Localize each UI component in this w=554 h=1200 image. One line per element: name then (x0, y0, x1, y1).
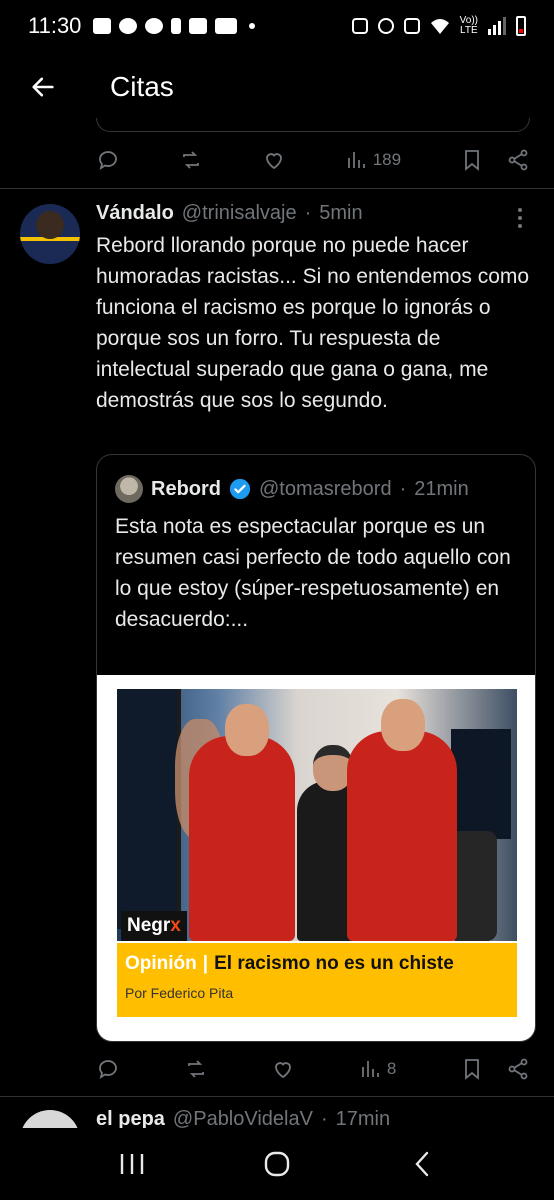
views-button[interactable]: 189 (345, 140, 401, 180)
like-icon (265, 153, 282, 170)
share-button[interactable] (506, 1049, 530, 1089)
next-tweet-header[interactable]: el pepa @PabloVidelaV · 17min (96, 1108, 390, 1128)
retweet-icon (187, 1060, 204, 1078)
network-type: Vo)) LTE (459, 15, 478, 36)
author-name[interactable]: Vándalo (96, 202, 174, 225)
share-button[interactable] (506, 140, 530, 180)
home-icon (264, 1151, 290, 1177)
page-title: Citas (110, 71, 174, 102)
home-button[interactable] (247, 1134, 307, 1194)
reply-icon (99, 151, 117, 170)
header-separator: · (304, 202, 312, 224)
more-notifications-icon (249, 23, 256, 29)
reply-button[interactable] (96, 140, 120, 180)
divider (0, 188, 554, 189)
alert-notification-icon (171, 18, 182, 34)
status-time: 11:30 (28, 13, 82, 38)
recents-button[interactable] (102, 1134, 162, 1194)
bookmark-button[interactable] (460, 1049, 484, 1089)
views-button[interactable]: 8 (359, 1049, 396, 1089)
mute-icon (403, 18, 420, 34)
article-byline: Por Federico Pita (125, 985, 234, 1001)
bookmark-icon (465, 1059, 479, 1080)
quote-header: Rebord @tomasrebord · 21min (115, 475, 469, 503)
article-title: Opinión | El racismo no es un chiste (125, 953, 454, 974)
next-author-handle: @PabloVidelaV (172, 1108, 313, 1128)
chat-notification-icon (119, 18, 138, 34)
avatar[interactable] (20, 204, 80, 264)
app-notification-icon (189, 18, 208, 34)
tweet-header: Vándalo @trinisalvaje · 5min (96, 202, 363, 225)
reply-button[interactable] (96, 1049, 120, 1089)
share-icon (508, 149, 528, 171)
bookmark-button[interactable] (460, 140, 484, 180)
tweet-actions: 8 (96, 1049, 530, 1089)
like-button[interactable] (271, 1049, 295, 1089)
previous-quote-card[interactable] (96, 118, 530, 132)
article-photo (117, 689, 517, 941)
more-options-button[interactable] (510, 206, 530, 230)
tweet-text: Rebord llorando porque no puede hacer hu… (96, 234, 530, 412)
article-headline: El racismo no es un chiste (214, 953, 454, 974)
reply-icon (99, 1060, 117, 1079)
back-arrow-icon (32, 77, 54, 97)
views-icon (361, 1061, 379, 1077)
status-bar: 11:30 Vo)) LTE (0, 0, 554, 52)
more-icon (518, 208, 522, 212)
next-author-name: el pepa (96, 1108, 165, 1128)
battery-icon (516, 16, 526, 36)
share-icon (508, 1058, 528, 1080)
quote-separator: · (399, 477, 407, 500)
retweet-button[interactable] (184, 1049, 208, 1089)
youtube-notification-icon (215, 18, 238, 34)
article-section: Opinión (125, 953, 197, 974)
signal-icon (488, 17, 506, 35)
wifi-icon (430, 19, 449, 34)
tweet-time: 5min (319, 202, 363, 224)
views-icon (347, 152, 365, 168)
views-count: 8 (386, 1059, 397, 1078)
quote-avatar (115, 475, 143, 503)
quote-card[interactable]: Rebord @tomasrebord · 21min Esta nota es… (96, 454, 536, 1042)
retweet-icon (183, 151, 199, 169)
previous-tweet-actions: 189 (96, 140, 530, 180)
system-navigation-bar (0, 1128, 554, 1200)
quote-time: 21min (414, 477, 469, 500)
verified-icon (229, 478, 251, 500)
quote-author-name: Rebord (151, 477, 221, 500)
article-banner: Opinión | El racismo no es un chiste Por… (117, 943, 517, 1017)
alarm-icon (377, 18, 394, 34)
publication-logo: Negr x (121, 911, 187, 941)
bookmark-icon (465, 150, 479, 171)
like-icon (275, 1062, 292, 1079)
back-nav-button[interactable] (392, 1134, 452, 1194)
back-button[interactable] (0, 52, 86, 122)
next-tweet-time: 17min (335, 1108, 391, 1128)
gmail-notification-icon (93, 18, 112, 34)
top-bar: Citas (0, 52, 554, 122)
nfc-icon (351, 18, 368, 34)
author-handle[interactable]: @trinisalvaje (182, 202, 297, 225)
quote-author-handle: @tomasrebord (259, 477, 392, 500)
whatsapp-notification-icon (145, 18, 164, 34)
like-button[interactable] (262, 140, 286, 180)
recents-icon (121, 1154, 144, 1174)
quote-text: Esta nota es espectacular porque es un r… (115, 515, 511, 631)
quote-media[interactable]: Negr x Opinión | El racismo no es un chis… (97, 675, 535, 1041)
retweet-button[interactable] (179, 140, 203, 180)
back-nav-icon (415, 1151, 428, 1177)
divider (0, 1096, 554, 1097)
views-count: 189 (372, 150, 402, 169)
